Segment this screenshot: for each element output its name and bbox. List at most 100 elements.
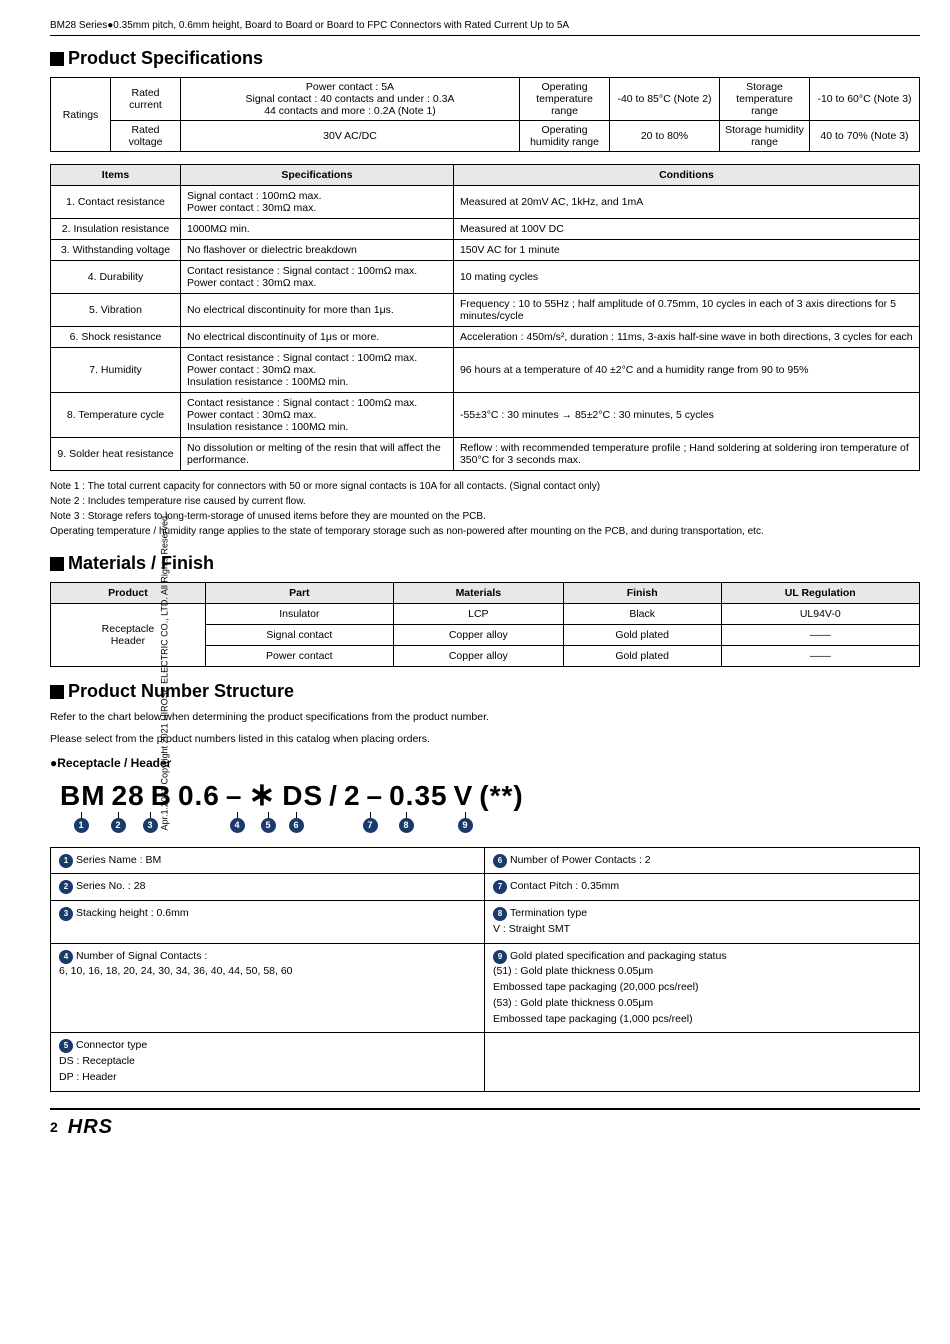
- pn-circle-3: 3: [143, 818, 158, 833]
- pn-desc-left: 5Connector typeDS : ReceptacleDP : Heade…: [51, 1033, 485, 1090]
- pn-circle-2: 2: [111, 818, 126, 833]
- mat-header: Finish: [563, 583, 721, 604]
- mat-header: Materials: [393, 583, 563, 604]
- mat-header: Product: [51, 583, 206, 604]
- pn-desc-right: 6Number of Power Contacts : 2: [485, 848, 919, 875]
- materials-square: [50, 557, 64, 571]
- specs-cond: Frequency : 10 to 55Hz ; half amplitude …: [453, 294, 919, 327]
- pn-indicator-row: 1 2 3 4 5 6: [60, 812, 920, 833]
- specs-item: 2. Insulation resistance: [51, 219, 181, 240]
- mat-material: Copper alloy: [393, 646, 563, 667]
- specs-spec: 1000MΩ min.: [181, 219, 454, 240]
- pn-circle-8: 8: [399, 818, 414, 833]
- voltage-val: 30V AC/DC: [181, 121, 520, 152]
- op-temp-range-label: Operating temperature range: [520, 78, 610, 121]
- product-specs-section: Product Specifications Ratings Rated cur…: [50, 48, 920, 539]
- pn-seg-28: 28: [112, 782, 145, 810]
- power-contact-cell: Power contact : 5A Signal contact : 40 c…: [181, 78, 520, 121]
- specs-item: 8. Temperature cycle: [51, 393, 181, 438]
- storage-temp-val: -10 to 60°C (Note 3): [810, 78, 920, 121]
- mat-material: LCP: [393, 604, 563, 625]
- pn-circle-4: 4: [230, 818, 245, 833]
- pn-circle-6: 6: [289, 818, 304, 833]
- pn-intro2: Please select from the product numbers l…: [50, 732, 920, 748]
- pn-seg-v: V: [454, 782, 474, 810]
- pn-intro1: Refer to the chart below when determinin…: [50, 710, 920, 726]
- specs-row: 5. VibrationNo electrical discontinuity …: [51, 294, 920, 327]
- op-humid-val: 20 to 80%: [610, 121, 720, 152]
- pn-circle-1: 1: [74, 818, 89, 833]
- note-item: Note 2 : Includes temperature rise cause…: [50, 494, 920, 509]
- specs-row: 7. HumidityContact resistance : Signal c…: [51, 348, 920, 393]
- ratings-label: Ratings: [51, 78, 111, 152]
- mat-ul: ——: [721, 625, 920, 646]
- note-item: Note 1 : The total current capacity for …: [50, 479, 920, 494]
- pn-desc-left: 3Stacking height : 0.6mm: [51, 901, 485, 944]
- specs-row: 4. DurabilityContact resistance : Signal…: [51, 261, 920, 294]
- pn-seg-035: 0.35: [389, 782, 448, 810]
- specs-cond: 150V AC for 1 minute: [453, 240, 919, 261]
- mat-product: ReceptacleHeader: [51, 604, 206, 667]
- storage-temp-range-label: Storage temperature range: [720, 78, 810, 121]
- specs-spec: Contact resistance : Signal contact : 10…: [181, 261, 454, 294]
- mat-finish: Gold plated: [563, 625, 721, 646]
- pn-seg-star: ∗: [248, 778, 276, 810]
- note-item: Note 3 : Storage refers to long-term-sto…: [50, 509, 920, 524]
- specs-spec: Contact resistance : Signal contact : 10…: [181, 348, 454, 393]
- side-text: Apr.1.2021 Copyright 2021 HIROSE ELECTRI…: [159, 514, 169, 831]
- specs-notes: Note 1 : The total current capacity for …: [50, 479, 920, 539]
- pn-desc-left: 4Number of Signal Contacts :6, 10, 16, 1…: [51, 944, 485, 1034]
- specs-spec: No dissolution or melting of the resin t…: [181, 438, 454, 471]
- specs-col-spec: Specifications: [181, 165, 454, 186]
- mat-material: Copper alloy: [393, 625, 563, 646]
- specs-cond: 10 mating cycles: [453, 261, 919, 294]
- materials-table: ProductPartMaterialsFinishUL Regulation …: [50, 582, 920, 667]
- pn-desc-left: 2Series No. : 28: [51, 874, 485, 901]
- top-header: BM28 Series●0.35mm pitch, 0.6mm height, …: [50, 20, 920, 36]
- specs-row: 3. Withstanding voltageNo flashover or d…: [51, 240, 920, 261]
- op-temp-val: -40 to 85°C (Note 2): [610, 78, 720, 121]
- pn-seg-dash2: –: [367, 782, 384, 810]
- specs-spec: Signal contact : 100mΩ max.Power contact…: [181, 186, 454, 219]
- pn-desc-left: 1Series Name : BM: [51, 848, 485, 875]
- specs-cond: Measured at 100V DC: [453, 219, 919, 240]
- storage-humid-val: 40 to 70% (Note 3): [810, 121, 920, 152]
- specs-cond: Measured at 20mV AC, 1kHz, and 1mA: [453, 186, 919, 219]
- specs-col-cond: Conditions: [453, 165, 919, 186]
- specs-row: 2. Insulation resistance1000MΩ min.Measu…: [51, 219, 920, 240]
- note-item: Operating temperature / humidity range a…: [50, 524, 920, 539]
- materials-title: Materials / Finish: [50, 553, 920, 574]
- pn-seg-06: 0.6: [178, 782, 220, 810]
- specs-table: Items Specifications Conditions 1. Conta…: [50, 164, 920, 471]
- specs-spec: Contact resistance : Signal contact : 10…: [181, 393, 454, 438]
- pn-seg-dash1: –: [226, 782, 243, 810]
- page-number: 2: [50, 1119, 58, 1135]
- specs-item: 1. Contact resistance: [51, 186, 181, 219]
- pn-display-row: BM 28 B 0.6 – ∗ DS / 2 – 0.35 V (**): [60, 778, 920, 810]
- mat-part: Signal contact: [205, 625, 393, 646]
- section-square: [50, 52, 64, 66]
- pn-seg-slash: /: [329, 782, 338, 810]
- pn-desc-right: 9Gold plated specification and packaging…: [485, 944, 919, 1034]
- pn-seg-pp: (**): [479, 782, 523, 810]
- specs-spec: No electrical discontinuity of 1μs or mo…: [181, 327, 454, 348]
- ratings-table: Ratings Rated current Power contact : 5A…: [50, 77, 920, 152]
- mat-finish: Gold plated: [563, 646, 721, 667]
- specs-row: 6. Shock resistanceNo electrical discont…: [51, 327, 920, 348]
- pn-desc-right: 7Contact Pitch : 0.35mm: [485, 874, 919, 901]
- pn-desc-right: [485, 1033, 919, 1090]
- hrs-logo: HRS: [68, 1116, 113, 1139]
- mat-part: Insulator: [205, 604, 393, 625]
- pn-desc-right: 8Termination typeV : Straight SMT: [485, 901, 919, 944]
- specs-cond: -55±3°C : 30 minutes → 85±2°C : 30 minut…: [453, 393, 919, 438]
- specs-item: 9. Solder heat resistance: [51, 438, 181, 471]
- pn-bullet-header: ●Receptacle / Header: [50, 756, 920, 770]
- product-specs-title: Product Specifications: [50, 48, 920, 69]
- materials-section: Materials / Finish ProductPartMaterialsF…: [50, 553, 920, 667]
- rated-current-label: Rated current: [111, 78, 181, 121]
- specs-col-items: Items: [51, 165, 181, 186]
- product-number-section: Product Number Structure Refer to the ch…: [50, 681, 920, 1092]
- pn-square: [50, 685, 64, 699]
- specs-cond: Reflow : with recommended temperature pr…: [453, 438, 919, 471]
- specs-cond: 96 hours at a temperature of 40 ±2°C and…: [453, 348, 919, 393]
